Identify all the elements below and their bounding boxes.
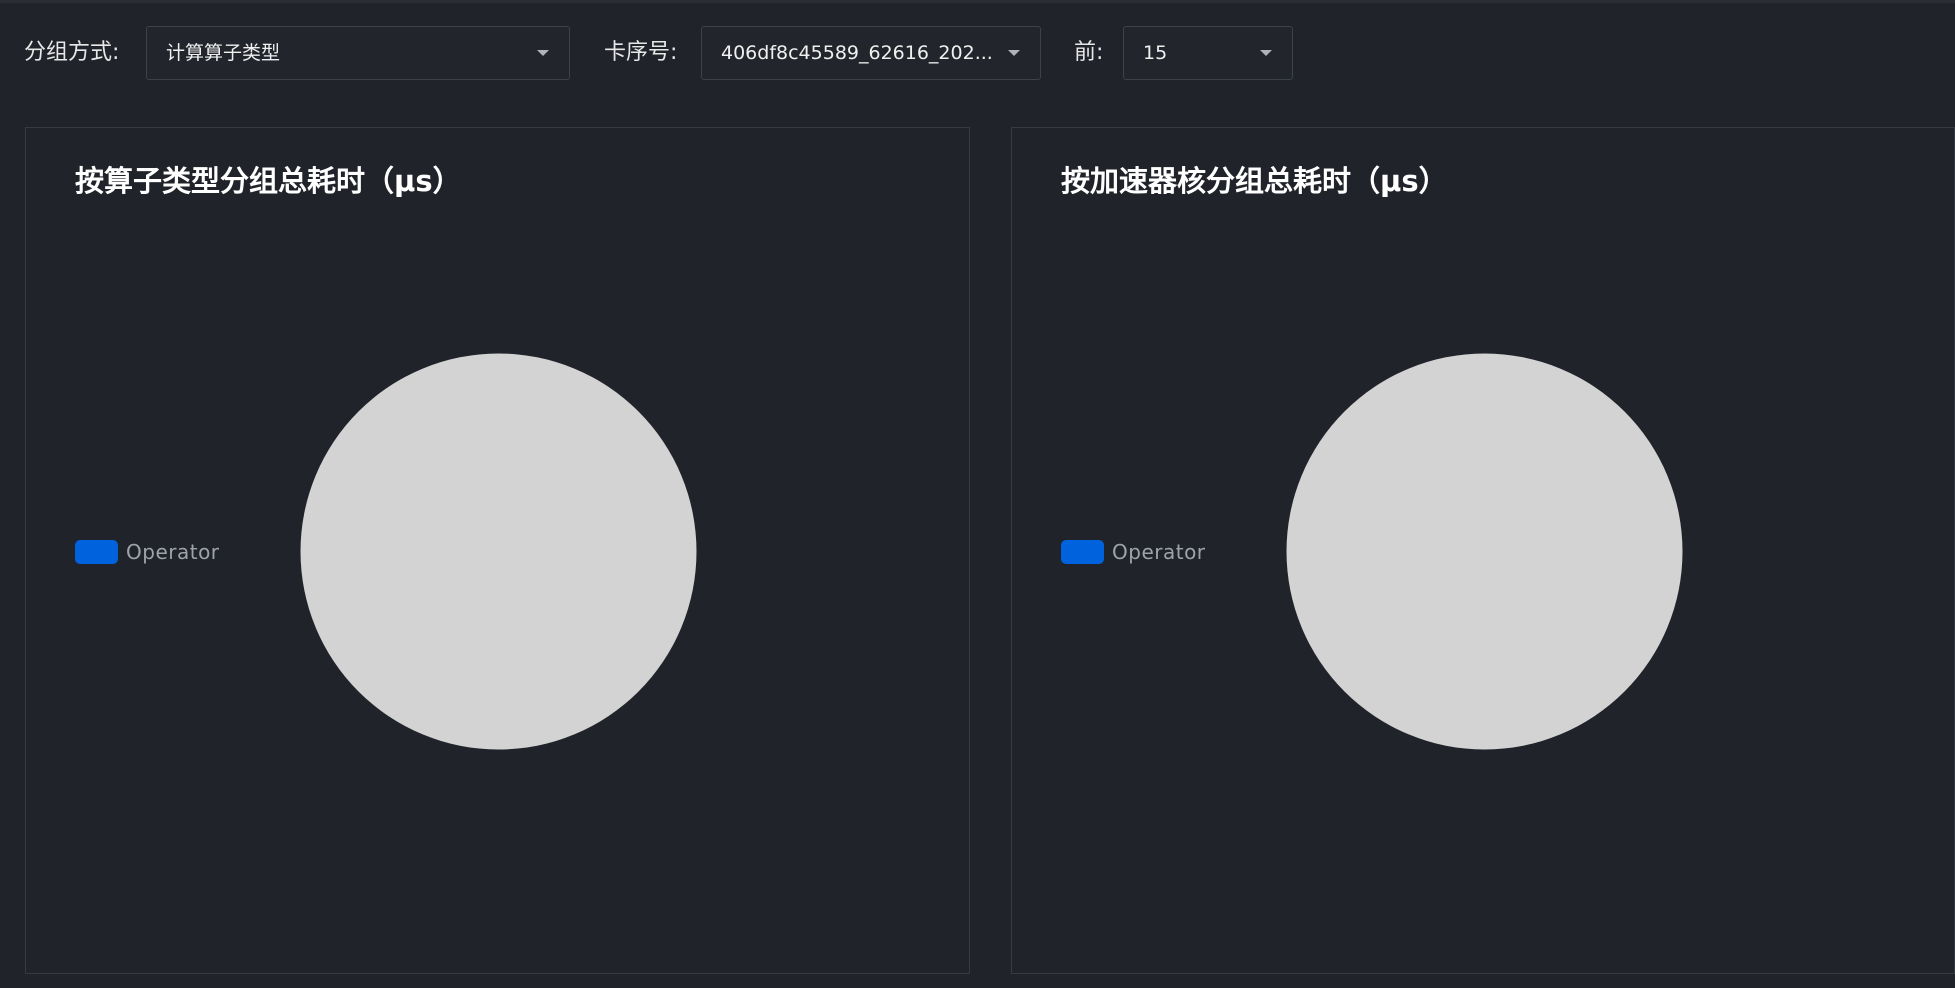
group-by-label: 分组方式: <box>24 40 120 65</box>
chevron-down-icon <box>537 50 549 56</box>
panel-title: 按算子类型分组总耗时（μs） <box>75 164 462 198</box>
top-n-label: 前: <box>1074 40 1104 65</box>
rank-label: 卡序号: <box>604 40 678 65</box>
top-n-select[interactable]: 15 <box>1123 26 1293 80</box>
top-n-value: 15 <box>1143 42 1168 64</box>
rank-select[interactable]: 406df8c45589_62616_202... <box>701 26 1041 80</box>
group-by-select[interactable]: 计算算子类型 <box>146 26 570 80</box>
legend-swatch <box>75 540 118 564</box>
chevron-down-icon <box>1260 50 1272 56</box>
operator-analysis-page: { "toolbar": { "group_by": { "label": "分… <box>0 0 1955 988</box>
legend-label: Operator <box>126 540 220 564</box>
pie-slice-operator[interactable] <box>300 353 697 750</box>
pie-chart <box>1286 353 1683 750</box>
operator-type-chart-panel: 按算子类型分组总耗时（μs） Operator <box>25 127 970 974</box>
rank-value: 406df8c45589_62616_202... <box>721 42 991 64</box>
legend-swatch <box>1061 540 1104 564</box>
panel-title: 按加速器核分组总耗时（μs） <box>1061 164 1448 198</box>
pie-slice-operator[interactable] <box>1286 353 1683 750</box>
chevron-down-icon <box>1008 50 1020 56</box>
top-tab-strip <box>0 0 1955 3</box>
group-by-value: 计算算子类型 <box>166 42 281 64</box>
legend-label: Operator <box>1112 540 1206 564</box>
filter-toolbar: 分组方式: 计算算子类型 卡序号: 406df8c45589_62616_202… <box>0 26 1955 80</box>
chart-legend[interactable]: Operator <box>75 540 220 564</box>
chart-legend[interactable]: Operator <box>1061 540 1206 564</box>
accelerator-core-chart-panel: 按加速器核分组总耗时（μs） Operator <box>1011 127 1955 974</box>
pie-chart <box>300 353 697 750</box>
